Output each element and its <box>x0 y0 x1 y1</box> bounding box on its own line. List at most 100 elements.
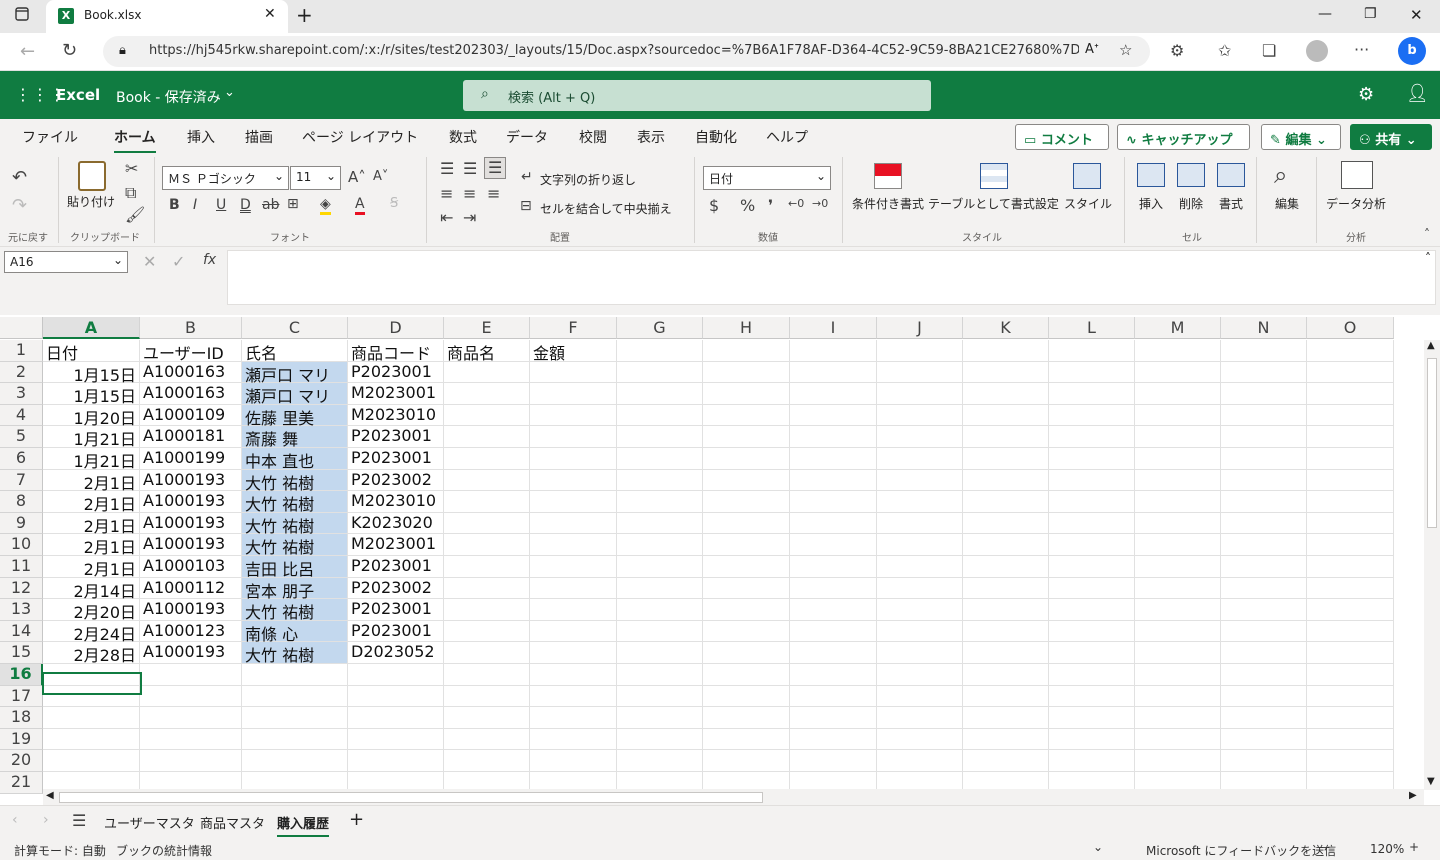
grid-cell[interactable] <box>877 512 963 535</box>
grid-cell[interactable] <box>703 642 790 664</box>
data-cell[interactable]: 1月15日 <box>43 383 140 406</box>
grid-cell[interactable] <box>790 620 877 643</box>
horizontal-scroll-thumb[interactable] <box>59 792 763 803</box>
cut-icon[interactable]: ✂ <box>125 159 138 178</box>
grid-cell[interactable] <box>963 512 1049 535</box>
grid-cell[interactable] <box>1307 448 1394 470</box>
grid-cell[interactable] <box>530 361 617 384</box>
minimize-icon[interactable]: — <box>1318 6 1332 22</box>
grid-cell[interactable] <box>1307 534 1394 556</box>
grid-cell[interactable] <box>1221 469 1307 492</box>
data-analysis-button[interactable]: データ分析 <box>1326 195 1386 212</box>
find-search-icon[interactable]: ⌕ <box>1274 161 1287 189</box>
conditional-format-icon[interactable] <box>874 163 902 189</box>
grid-cell[interactable] <box>1307 469 1394 492</box>
grid-cell[interactable] <box>617 469 703 492</box>
column-header[interactable]: J <box>877 317 963 339</box>
grid-cell[interactable] <box>703 534 790 556</box>
grid-cell[interactable] <box>1221 599 1307 621</box>
grid-cell[interactable] <box>963 620 1049 643</box>
row-header[interactable]: 16 <box>0 664 43 686</box>
restore-icon[interactable]: ❐ <box>1364 6 1377 22</box>
cell-styles-icon[interactable] <box>1073 163 1101 189</box>
grid-cell[interactable] <box>877 664 963 686</box>
name-box[interactable]: A16 ⌄ <box>4 251 128 273</box>
grid-cell[interactable] <box>530 577 617 600</box>
format-as-table-icon[interactable] <box>980 163 1008 189</box>
row-header[interactable]: 17 <box>0 685 43 708</box>
profile-avatar[interactable] <box>1306 40 1328 62</box>
grid-cell[interactable] <box>1135 404 1221 427</box>
grid-cell[interactable] <box>703 750 790 772</box>
data-cell[interactable]: A1000199 <box>140 448 242 470</box>
clear-format-icon[interactable]: Ꞩ <box>390 196 398 211</box>
grid-cell[interactable] <box>1221 664 1307 686</box>
grid-cell[interactable] <box>703 404 790 427</box>
row-header[interactable]: 6 <box>0 448 43 470</box>
grid-cell[interactable] <box>617 642 703 664</box>
data-cell[interactable]: A1000163 <box>140 383 242 405</box>
zoom-level[interactable]: 120% <box>1370 842 1404 856</box>
grid-cell[interactable] <box>963 642 1049 664</box>
grid-cell[interactable] <box>1221 340 1307 362</box>
row-header[interactable]: 10 <box>0 534 43 556</box>
data-cell[interactable]: P2023002 <box>348 578 444 600</box>
grid-cell[interactable] <box>790 534 877 556</box>
grid-cell[interactable] <box>348 728 444 751</box>
grid-cell[interactable] <box>1049 685 1135 708</box>
grid-cell[interactable] <box>444 620 530 643</box>
grid-cell[interactable] <box>1307 707 1394 729</box>
tab-home[interactable]: ホーム <box>114 127 156 154</box>
grid-cell[interactable] <box>348 664 444 686</box>
grid-cell[interactable] <box>963 599 1049 621</box>
search-box[interactable]: ⌕ 検索 (Alt + Q) <box>463 80 931 111</box>
data-cell[interactable]: A1000123 <box>140 621 242 643</box>
collapse-formula-icon[interactable]: ˄ <box>1425 251 1431 265</box>
data-cell[interactable]: A1000193 <box>140 599 242 621</box>
grid-cell[interactable] <box>703 361 790 384</box>
data-cell[interactable]: A1000163 <box>140 362 242 384</box>
grid-cell[interactable] <box>242 664 348 686</box>
grid-cell[interactable] <box>1135 491 1221 513</box>
grid-cell[interactable] <box>877 534 963 556</box>
zoom-out-icon[interactable]: — <box>1318 840 1330 854</box>
data-cell[interactable]: K2023020 <box>348 513 444 535</box>
close-tab-icon[interactable]: ✕ <box>264 6 276 22</box>
shrink-font-icon[interactable]: A˅ <box>373 169 388 184</box>
grid-cell[interactable] <box>877 707 963 729</box>
column-header[interactable]: O <box>1307 317 1394 339</box>
grid-cell[interactable] <box>1135 728 1221 751</box>
row-header[interactable]: 19 <box>0 728 43 751</box>
grid-cell[interactable] <box>43 728 140 751</box>
grid-cell[interactable] <box>617 491 703 513</box>
scroll-left-icon[interactable]: ◀ <box>46 790 54 801</box>
sheet-tab-user-master[interactable]: ユーザーマスタ <box>104 813 195 832</box>
undo-icon[interactable]: ↶ <box>12 167 27 188</box>
grid-cell[interactable] <box>1049 340 1135 362</box>
grid-cell[interactable] <box>43 750 140 772</box>
grid-cell[interactable] <box>963 340 1049 362</box>
grid-cell[interactable] <box>617 707 703 729</box>
italic-icon[interactable]: I <box>193 197 197 213</box>
grid-cell[interactable] <box>444 404 530 427</box>
data-cell[interactable]: P2023001 <box>348 599 444 621</box>
grid-cell[interactable] <box>1221 620 1307 643</box>
grid-cell[interactable] <box>703 707 790 729</box>
grid-cell[interactable] <box>617 750 703 772</box>
grid-cell[interactable] <box>140 707 242 729</box>
grid-cell[interactable] <box>877 750 963 772</box>
grid-cell[interactable] <box>877 340 963 362</box>
column-header[interactable]: D <box>348 317 444 339</box>
grid-cell[interactable] <box>1049 361 1135 384</box>
grid-cell[interactable] <box>703 426 790 448</box>
grid-cell[interactable] <box>444 448 530 470</box>
grid-cell[interactable] <box>530 534 617 556</box>
grid-cell[interactable] <box>790 383 877 405</box>
grid-cell[interactable] <box>877 469 963 492</box>
grid-cell[interactable] <box>1049 599 1135 621</box>
grid-cell[interactable] <box>444 383 530 405</box>
font-size-select[interactable]: 11 ⌄ <box>290 166 341 190</box>
bold-icon[interactable]: B <box>169 197 180 213</box>
grid-cell[interactable] <box>1049 426 1135 448</box>
vertical-scroll-thumb[interactable] <box>1427 358 1437 528</box>
